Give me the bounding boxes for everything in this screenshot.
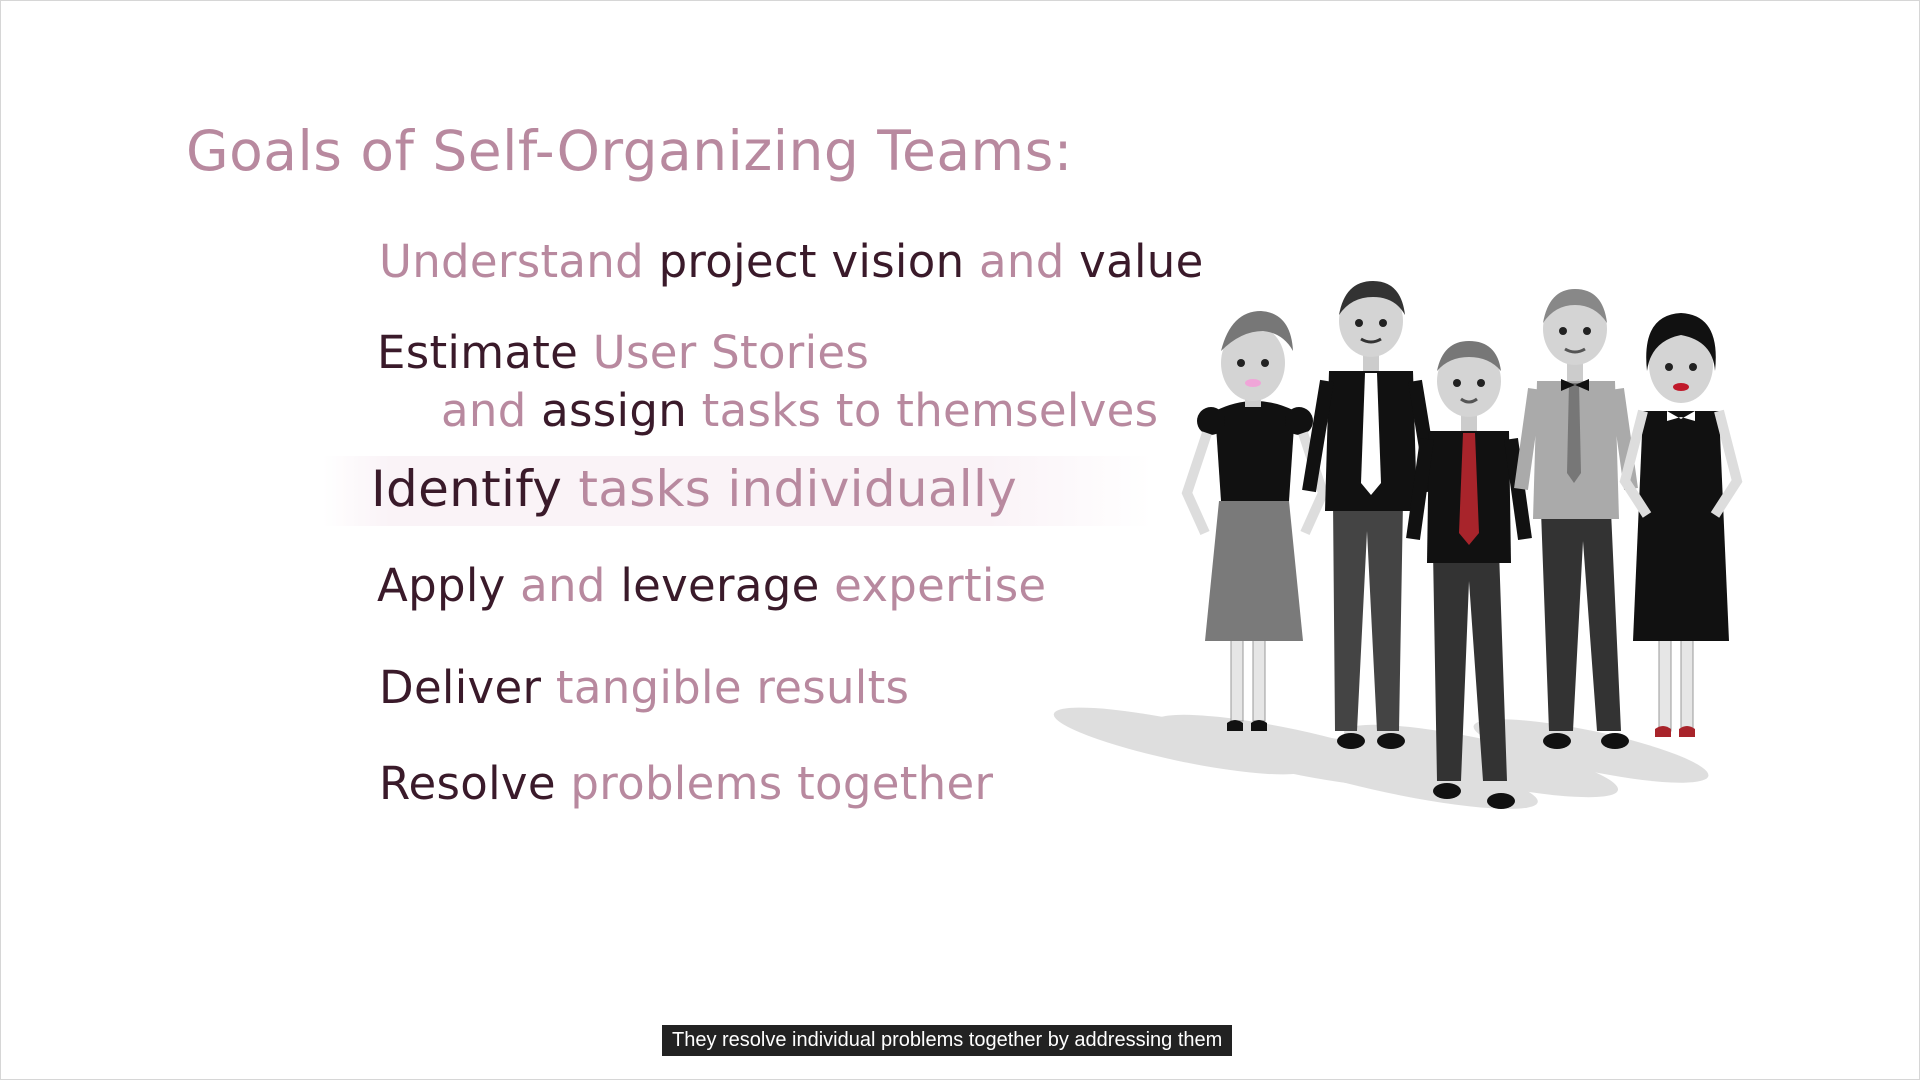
goal-text: Deliver: [379, 661, 542, 714]
person-man-bow-tie: [1514, 289, 1638, 749]
slide-title: Goals of Self-Organizing Teams:: [186, 119, 1073, 183]
goal-apply: Apply and leverage expertise: [377, 559, 1046, 612]
person-woman-left: [1181, 311, 1329, 731]
team-illustration: [1053, 281, 1743, 809]
goal-text: tangible results: [541, 661, 910, 714]
goal-text: and: [505, 559, 621, 612]
goal-deliver: Deliver tangible results: [379, 661, 909, 714]
goal-identify: Identify tasks individually: [323, 456, 1153, 526]
goal-text: Apply: [377, 559, 506, 612]
person-woman-right: [1619, 313, 1743, 737]
goal-resolve: Resolve problems together: [379, 757, 993, 810]
goal-text: Estimate: [377, 326, 579, 379]
goal-text: assign: [526, 384, 702, 437]
goal-text: problems together: [555, 757, 994, 810]
goal-text: expertise: [819, 559, 1047, 612]
goal-estimate: Estimate User Stories: [377, 326, 869, 379]
goal-text: User Stories: [578, 326, 870, 379]
goal-text: and: [441, 384, 527, 437]
goal-text: Resolve: [379, 757, 556, 810]
goal-text: tasks individually: [562, 460, 1018, 518]
subtitle-caption: They resolve individual problems togethe…: [662, 1025, 1233, 1056]
goal-text: leverage: [620, 559, 820, 612]
slide-frame: Goals of Self-Organizing Teams: Understa…: [0, 0, 1920, 1080]
goal-text: Identify: [371, 460, 563, 518]
goal-text: project vision: [643, 235, 979, 288]
goal-text: Understand: [379, 235, 644, 288]
